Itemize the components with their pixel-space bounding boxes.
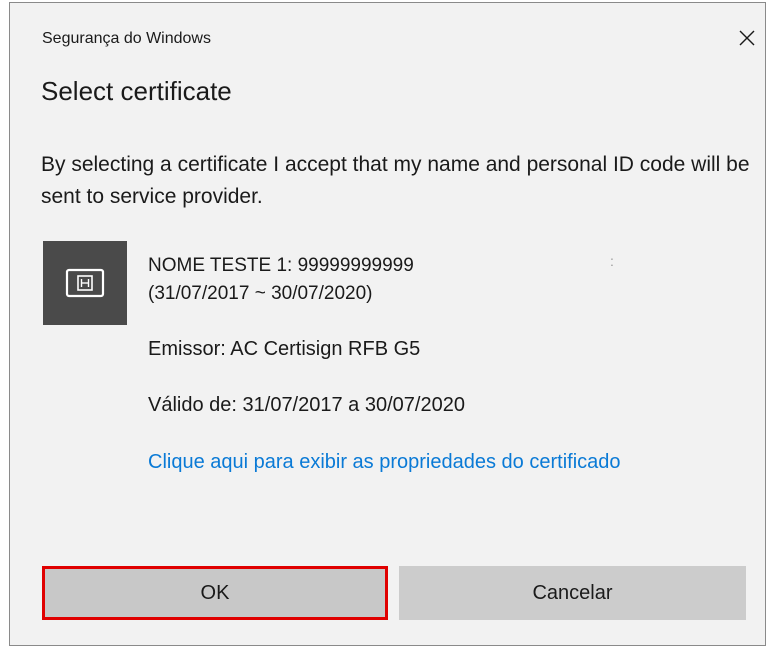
close-icon (739, 30, 755, 46)
certificate-card-icon (65, 268, 105, 298)
cancel-button[interactable]: Cancelar (399, 566, 746, 620)
ok-button-label: OK (200, 581, 230, 604)
certificate-properties-link[interactable]: Clique aqui para exibir as propriedades … (148, 446, 668, 479)
certificate-tile[interactable] (43, 241, 127, 325)
security-dialog: Segurança do Windows Select certificate … (9, 2, 766, 646)
ok-button[interactable]: OK (42, 566, 388, 620)
certificate-name: NOME TESTE 1: 99999999999 (31/07/2017 ~ … (148, 252, 414, 308)
certificate-name-line2: (31/07/2017 ~ 30/07/2020) (148, 283, 373, 304)
separator-mark: : (610, 253, 614, 269)
certificate-name-line1: NOME TESTE 1: 99999999999 (148, 255, 414, 276)
dialog-description: By selecting a certificate I accept that… (41, 153, 750, 208)
dialog-heading: Select certificate (41, 76, 232, 106)
cancel-button-label: Cancelar (532, 581, 613, 604)
certificate-validity: Válido de: 31/07/2017 a 30/07/2020 (148, 394, 465, 416)
close-button[interactable] (732, 23, 762, 53)
certificate-issuer: Emissor: AC Certisign RFB G5 (148, 338, 421, 360)
window-title: Segurança do Windows (42, 30, 211, 47)
